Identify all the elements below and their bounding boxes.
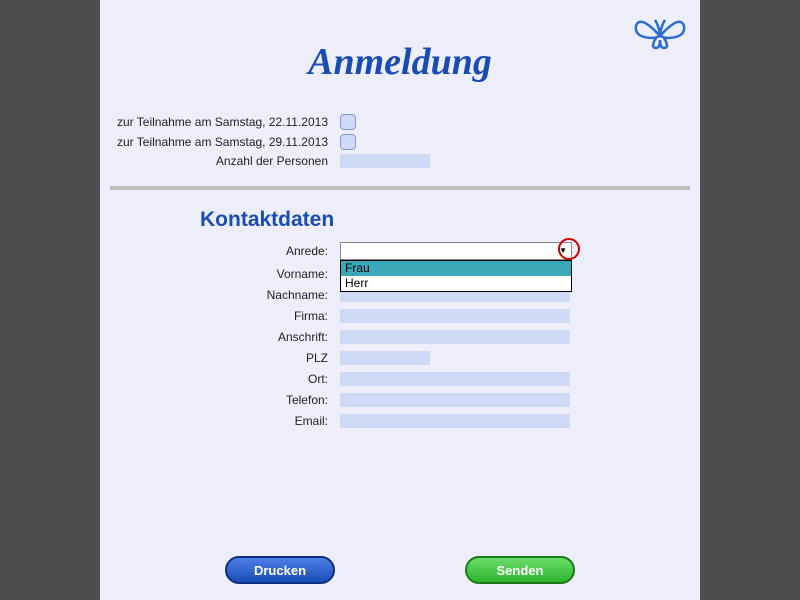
- label-email: Email:: [100, 414, 340, 428]
- anrede-combobox[interactable]: ▼: [340, 242, 572, 260]
- page-title: Anmeldung: [100, 40, 700, 84]
- label-saturday1: zur Teilnahme am Samstag, 22.11.2013: [100, 115, 340, 129]
- registration-form: Anmeldung zur Teilnahme am Samstag, 22.1…: [100, 0, 700, 600]
- label-anrede: Anrede:: [100, 244, 340, 258]
- print-button[interactable]: Drucken: [225, 556, 335, 584]
- option-herr[interactable]: Herr: [341, 276, 571, 291]
- anschrift-field[interactable]: [340, 330, 570, 344]
- label-anschrift: Anschrift:: [100, 330, 340, 344]
- label-saturday2: zur Teilnahme am Samstag, 29.11.2013: [100, 135, 340, 149]
- contact-form: Anrede: ▼ Frau Herr Vorname: Nachname: F…: [100, 242, 700, 428]
- persons-field[interactable]: [340, 154, 430, 168]
- label-firma: Firma:: [100, 309, 340, 323]
- label-nachname: Nachname:: [100, 288, 340, 302]
- email-field[interactable]: [340, 414, 570, 428]
- anrede-dropdown[interactable]: Frau Herr: [340, 260, 572, 292]
- ort-field[interactable]: [340, 372, 570, 386]
- label-vorname: Vorname:: [100, 267, 340, 281]
- section-title: Kontaktdaten: [200, 208, 700, 232]
- label-persons: Anzahl der Personen: [100, 154, 340, 168]
- firma-field[interactable]: [340, 309, 570, 323]
- checkbox-saturday2[interactable]: [340, 134, 356, 150]
- telefon-field[interactable]: [340, 393, 570, 407]
- checkbox-saturday1[interactable]: [340, 114, 356, 130]
- button-bar: Drucken Senden: [100, 556, 700, 584]
- participation-section: zur Teilnahme am Samstag, 22.11.2013 zur…: [100, 114, 700, 168]
- label-plz: PLZ: [100, 351, 340, 365]
- send-button[interactable]: Senden: [465, 556, 575, 584]
- label-ort: Ort:: [100, 372, 340, 386]
- chevron-down-icon: ▼: [559, 246, 567, 255]
- divider: [110, 186, 690, 190]
- label-telefon: Telefon:: [100, 393, 340, 407]
- plz-field[interactable]: [340, 351, 430, 365]
- option-frau[interactable]: Frau: [341, 261, 571, 276]
- butterfly-logo-icon: [630, 6, 690, 61]
